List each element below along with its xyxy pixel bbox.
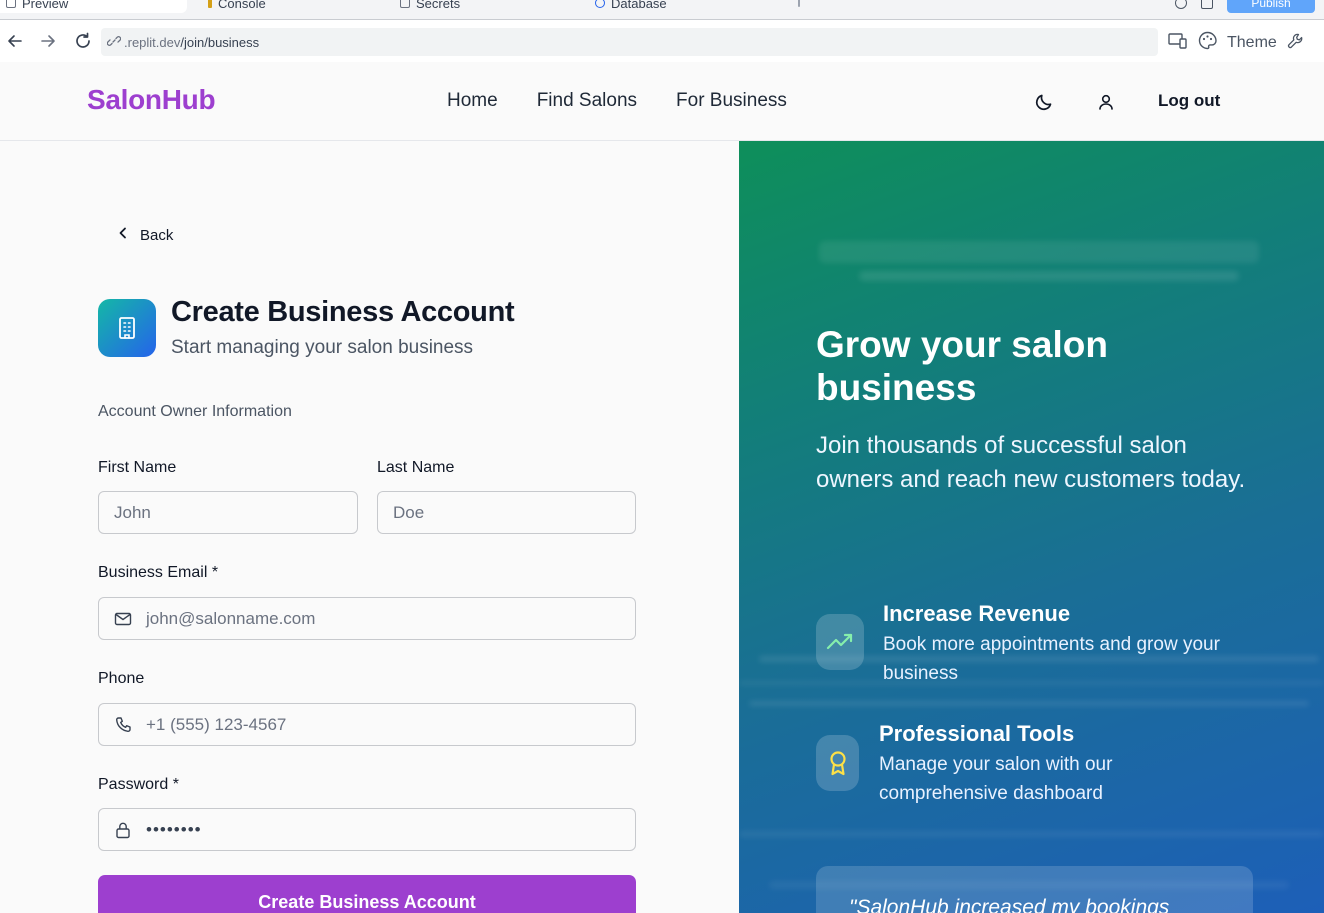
mail-icon	[114, 610, 132, 628]
last-name-field[interactable]: Doe	[377, 491, 636, 534]
hero-subtitle: Join thousands of successful salon owner…	[816, 432, 1246, 493]
last-name-label: Last Name	[377, 459, 455, 476]
password-field[interactable]: ••••••••	[98, 808, 636, 851]
feature-description: Book more appointments and grow your bus…	[883, 634, 1220, 684]
back-label: Back	[140, 226, 174, 244]
building-icon	[98, 299, 156, 357]
feature-title: Professional Tools	[879, 721, 1075, 746]
user-icon[interactable]	[1095, 91, 1117, 113]
publish-button[interactable]: Publish	[1227, 0, 1315, 13]
tab-console[interactable]: Console	[208, 0, 266, 13]
devices-icon[interactable]	[1168, 32, 1188, 55]
phone-label: Phone	[98, 670, 145, 687]
first-name-field[interactable]: John	[98, 491, 358, 534]
tab-strip-actions: Publish	[1175, 0, 1324, 13]
forward-arrow-icon[interactable]	[37, 30, 59, 52]
database-icon	[595, 0, 605, 8]
section-heading: Account Owner Information	[98, 403, 292, 420]
moon-icon[interactable]	[1033, 91, 1055, 113]
hero-title: Grow your salon business	[816, 324, 1108, 408]
background-streak	[819, 241, 1259, 263]
separator-icon	[798, 0, 800, 7]
testimonial-quote: "SalonHub increased my bookings	[849, 896, 1170, 913]
create-account-button[interactable]: Create Business Account	[98, 875, 636, 913]
tab-label: Console	[218, 0, 266, 11]
background-streak	[749, 701, 1309, 706]
chrome-actions: Theme	[1168, 31, 1305, 55]
award-icon	[816, 735, 859, 791]
first-name-placeholder: John	[114, 502, 151, 522]
wrench-icon[interactable]	[1287, 32, 1305, 55]
theme-label[interactable]: Theme	[1227, 34, 1277, 52]
first-name-label: First Name	[98, 459, 177, 476]
tab-secrets[interactable]: Secrets	[400, 0, 460, 13]
url-field[interactable]: .replit.dev/join/business	[101, 28, 1158, 56]
chevron-left-icon	[116, 226, 130, 244]
palette-icon[interactable]	[1198, 31, 1217, 55]
nav-home[interactable]: Home	[447, 90, 498, 112]
phone-placeholder: +1 (555) 123-4567	[146, 714, 287, 734]
reload-icon[interactable]	[72, 30, 94, 52]
address-bar: .replit.dev/join/business Theme	[0, 21, 1324, 62]
phone-icon	[114, 716, 132, 734]
page-title: Create Business Account	[171, 296, 515, 328]
url-domain: .replit.dev	[124, 34, 181, 50]
logo[interactable]: SalonHub	[87, 84, 216, 116]
back-button[interactable]: Back	[116, 226, 173, 244]
add-tab-icon[interactable]	[1201, 0, 1213, 9]
email-label: Business Email *	[98, 564, 219, 581]
lock-icon	[400, 0, 410, 8]
back-arrow-icon[interactable]	[4, 30, 26, 52]
tab-separator	[798, 0, 800, 13]
key-icon	[208, 0, 212, 8]
main-nav: Home Find Salons For Business	[447, 90, 787, 112]
tab-label: Preview	[22, 0, 69, 11]
site-header: SalonHub Home Find Salons For Business L…	[0, 62, 1324, 141]
tab-label: Secrets	[416, 0, 461, 11]
page-subtitle: Start managing your salon business	[171, 337, 474, 358]
password-label: Password *	[98, 776, 179, 793]
preview-icon	[6, 0, 16, 8]
phone-field[interactable]: +1 (555) 123-4567	[98, 703, 636, 746]
nav-for-business[interactable]: For Business	[676, 90, 787, 112]
lock-icon	[114, 821, 132, 839]
nav-find-salons[interactable]: Find Salons	[537, 90, 637, 112]
tab-preview[interactable]: Preview	[0, 0, 187, 13]
password-masked-value: ••••••••	[146, 819, 202, 839]
trending-up-icon	[816, 614, 864, 670]
email-field[interactable]: john@salonname.com	[98, 597, 636, 640]
browser-tab-strip: Preview Console Secrets Database Publish	[0, 0, 1324, 20]
signup-form-panel: Back Create Business Account Start manag…	[0, 141, 739, 913]
background-streak	[859, 271, 1239, 281]
tab-database[interactable]: Database	[595, 0, 667, 13]
feature-title: Increase Revenue	[883, 601, 1071, 626]
background-streak	[739, 831, 1324, 837]
logout-button[interactable]: Log out	[1158, 91, 1220, 111]
last-name-placeholder: Doe	[393, 502, 425, 522]
url-path: /join/business	[180, 34, 260, 50]
tab-label: Database	[611, 0, 667, 11]
feature-description: Manage your salon with our comprehensive…	[879, 754, 1113, 804]
search-icon[interactable]	[1175, 0, 1187, 9]
testimonial-card: "SalonHub increased my bookings	[816, 866, 1253, 913]
hero-panel: Grow your salon business Join thousands …	[739, 141, 1324, 913]
link-icon	[106, 34, 122, 51]
email-placeholder: john@salonname.com	[146, 608, 316, 628]
